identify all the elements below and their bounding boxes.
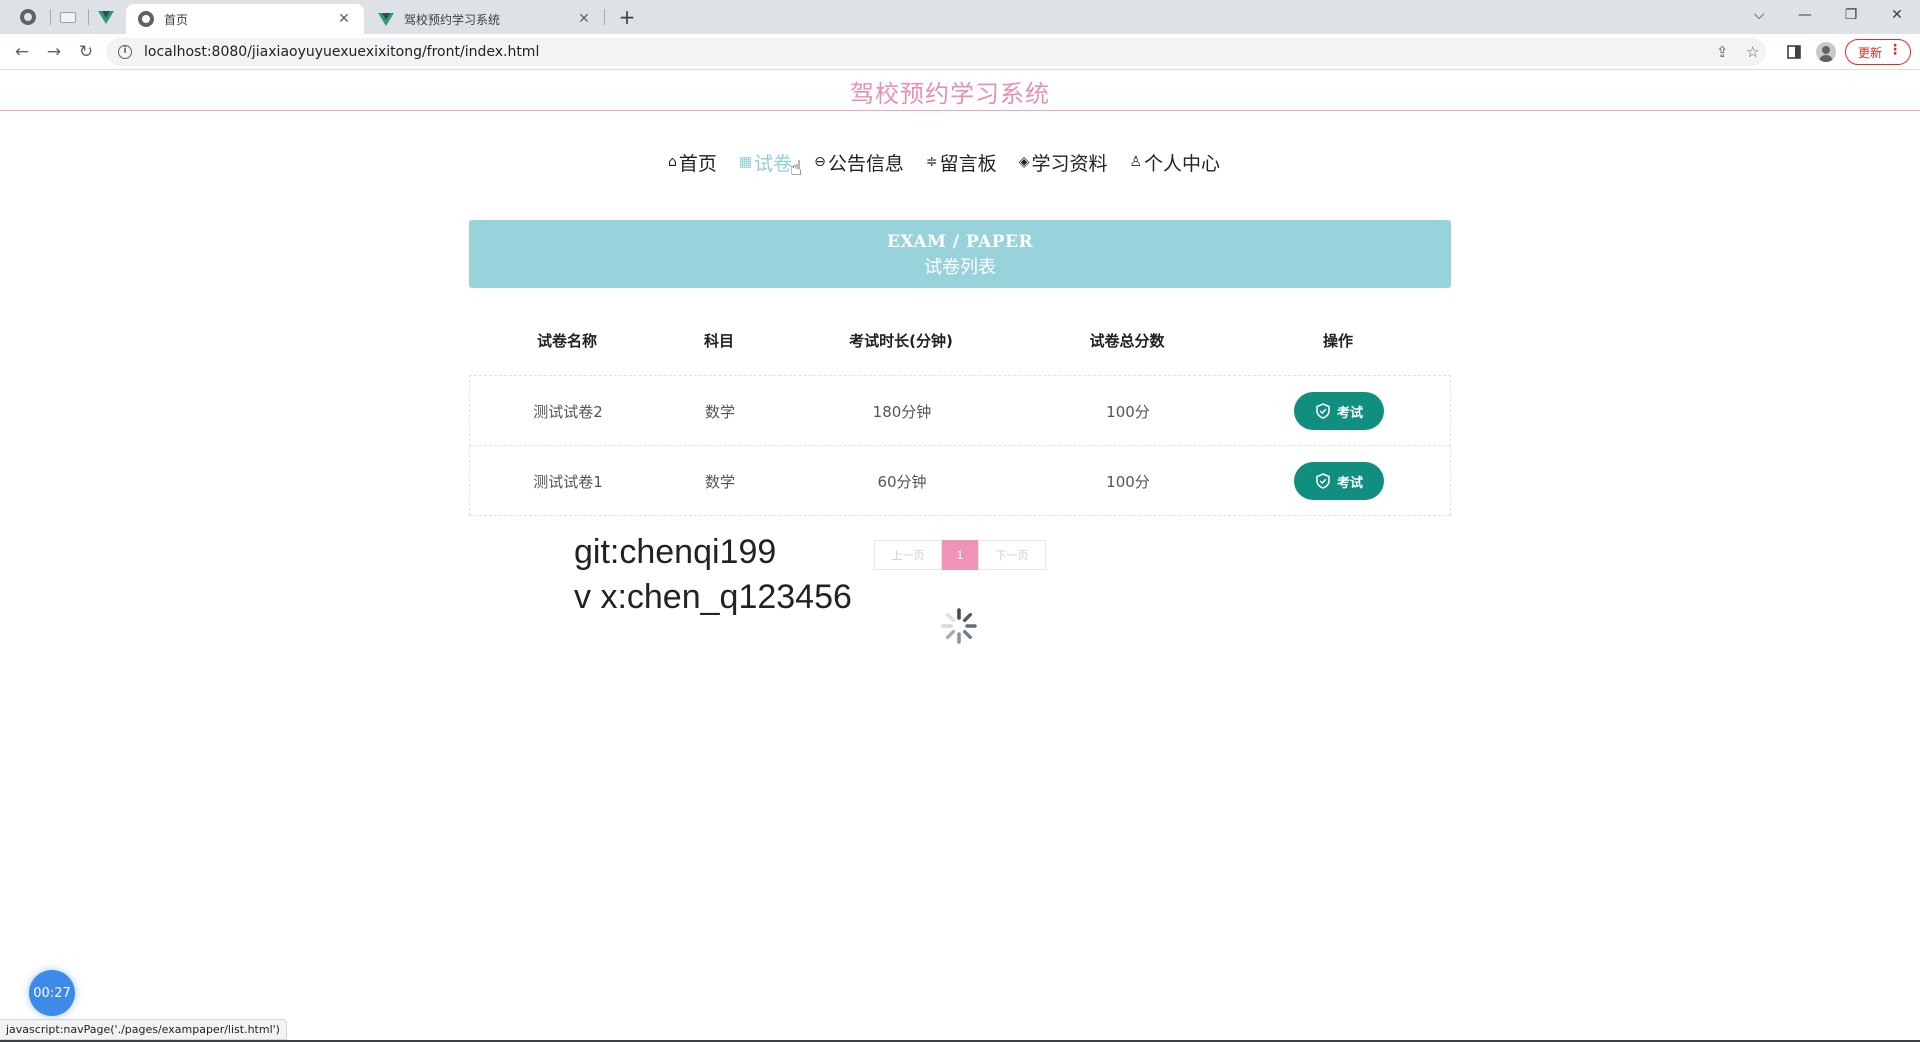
site-info-icon[interactable]: i: [118, 45, 132, 59]
score-cell: 100分: [1106, 403, 1150, 421]
table-row: 测试试卷1 数学 60分钟 100分 考试: [469, 445, 1451, 516]
tab-driving-school[interactable]: 驾校预约学习系统 ✕: [366, 4, 604, 34]
vue-logo-icon: [378, 12, 394, 26]
new-tab-button[interactable]: +: [615, 5, 639, 29]
subject-cell: 数学: [704, 403, 736, 421]
tab-search-icon[interactable]: ⌵: [1736, 2, 1782, 28]
column-header: 操作: [1322, 332, 1354, 350]
recording-timer[interactable]: 00:27: [29, 970, 75, 1016]
nav-item-exam[interactable]: ▦ 试卷: [739, 149, 792, 176]
link-status-bar: javascript:navPage('./pages/exampaper/li…: [0, 1019, 287, 1040]
table-header: 试卷名称 科目 考试时长(分钟) 试卷总分数 操作: [469, 330, 1451, 354]
page-banner: EXAM / PAPER 试卷列表: [469, 220, 1451, 288]
shield-check-icon: [1316, 403, 1330, 419]
pinned-tab-vue[interactable]: [88, 4, 124, 30]
watermark-line-2: v x:chen_q123456: [574, 578, 852, 616]
column-header: 试卷名称: [536, 332, 598, 350]
browser-toolbar: ← → ↻ i localhost:8080/jiaxiaoyuyuexuexi…: [0, 34, 1920, 70]
nav-label: 首页: [678, 152, 717, 175]
tab-home[interactable]: 首页 ✕: [126, 4, 364, 34]
watermark-overlay: git:chenqi199 v x:chen_q123456: [574, 530, 852, 620]
side-panel-icon[interactable]: [1782, 40, 1806, 64]
share-icon[interactable]: ⇪: [1716, 38, 1729, 66]
notice-icon: ⊖: [814, 154, 826, 170]
pinned-tab-blank[interactable]: [50, 4, 86, 30]
url-text[interactable]: localhost:8080/jiaxiaoyuyuexuexixitong/f…: [144, 44, 539, 60]
reload-icon[interactable]: ↻: [74, 40, 98, 64]
table-row: 测试试卷2 数学 180分钟 100分 考试: [469, 375, 1451, 446]
vue-logo-icon: [98, 10, 114, 24]
nav-item-profile[interactable]: ♙ 个人中心: [1129, 149, 1220, 176]
nav-label: 留言板: [939, 152, 997, 175]
blank-page-icon: [60, 11, 76, 23]
home-icon: ⌂: [668, 154, 677, 170]
next-page-button[interactable]: 下一页: [978, 540, 1046, 570]
update-button[interactable]: 更新 ⋮: [1845, 39, 1911, 65]
globe-icon: [138, 11, 154, 27]
site-title: 驾校预约学习系统: [850, 80, 1050, 108]
title-divider: [0, 110, 1920, 111]
start-exam-label: 考试: [1336, 475, 1363, 491]
duration-cell: 60分钟: [877, 473, 927, 491]
profile-avatar[interactable]: [1814, 40, 1838, 64]
close-tab-icon[interactable]: ✕: [576, 11, 592, 27]
tab-title: 驾校预约学习系统: [404, 12, 501, 27]
score-cell: 100分: [1106, 473, 1150, 491]
watermark-line-1: git:chenqi199: [574, 533, 777, 571]
start-exam-button[interactable]: 考试: [1294, 392, 1384, 430]
loading-spinner-icon: [941, 608, 977, 644]
tab-divider: [604, 9, 605, 25]
nav-label: 学习资料: [1031, 152, 1108, 175]
hand-cursor-icon: ☝: [790, 156, 803, 180]
nav-label: 个人中心: [1144, 152, 1221, 175]
column-header: 试卷总分数: [1089, 332, 1165, 350]
bookmark-star-icon[interactable]: ☆: [1746, 38, 1759, 66]
update-label: 更新: [1858, 45, 1883, 60]
restore-icon[interactable]: ❐: [1828, 2, 1874, 28]
pagination: 上一页 1 下一页: [874, 540, 1046, 570]
globe-icon: [20, 9, 36, 25]
address-bar[interactable]: i localhost:8080/jiaxiaoyuyuexuexixitong…: [106, 38, 1766, 66]
duration-cell: 180分钟: [872, 403, 932, 421]
banner-title-en: EXAM / PAPER: [886, 232, 1034, 252]
message-icon: ≑: [925, 154, 938, 170]
nav-item-materials[interactable]: ◈ 学习资料: [1019, 149, 1108, 176]
close-tab-icon[interactable]: ✕: [336, 11, 352, 27]
main-nav: ⌂ 首页 ▦ 试卷 ⊖ 公告信息 ≑ 留言板 ◈ 学习资料 ♙ 个人中心: [668, 148, 1242, 176]
nav-item-notice[interactable]: ⊖ 公告信息: [814, 149, 904, 176]
pinned-tab-globe[interactable]: [10, 4, 46, 30]
shield-check-icon: [1316, 473, 1330, 489]
subject-cell: 数学: [704, 473, 736, 491]
nav-item-home[interactable]: ⌂ 首页: [668, 149, 717, 176]
tab-title: 首页: [164, 12, 189, 27]
avatar-icon: [1816, 42, 1836, 62]
back-arrow-icon[interactable]: ←: [10, 40, 34, 64]
exam-table-body: 测试试卷2 数学 180分钟 100分 考试 测试试卷1 数学 60分钟 100…: [469, 375, 1451, 516]
user-icon: ♙: [1129, 154, 1143, 170]
close-window-icon[interactable]: ✕: [1874, 2, 1920, 28]
start-exam-button[interactable]: 考试: [1294, 462, 1384, 500]
start-exam-label: 考试: [1336, 405, 1363, 421]
banner-title-cn: 试卷列表: [924, 257, 996, 278]
more-menu-icon: ⋮: [1888, 42, 1902, 58]
column-header: 科目: [703, 332, 735, 350]
nav-item-messages[interactable]: ≑ 留言板: [926, 149, 997, 176]
grid-icon: ▦: [738, 154, 753, 170]
column-header: 考试时长(分钟): [849, 332, 953, 350]
browser-tab-bar: 首页 ✕ 驾校预约学习系统 ✕ + ⌵ — ❐ ✕: [0, 0, 1920, 34]
nav-label: 公告信息: [827, 152, 904, 175]
exam-name-cell: 测试试卷1: [533, 473, 603, 491]
prev-page-button[interactable]: 上一页: [874, 540, 942, 570]
nav-label: 试卷: [754, 152, 793, 175]
graduation-cap-icon: ◈: [1018, 154, 1030, 170]
forward-arrow-icon[interactable]: →: [42, 40, 66, 64]
exam-name-cell: 测试试卷2: [533, 403, 603, 421]
current-page-button[interactable]: 1: [942, 540, 978, 570]
minimize-icon[interactable]: —: [1782, 2, 1828, 28]
